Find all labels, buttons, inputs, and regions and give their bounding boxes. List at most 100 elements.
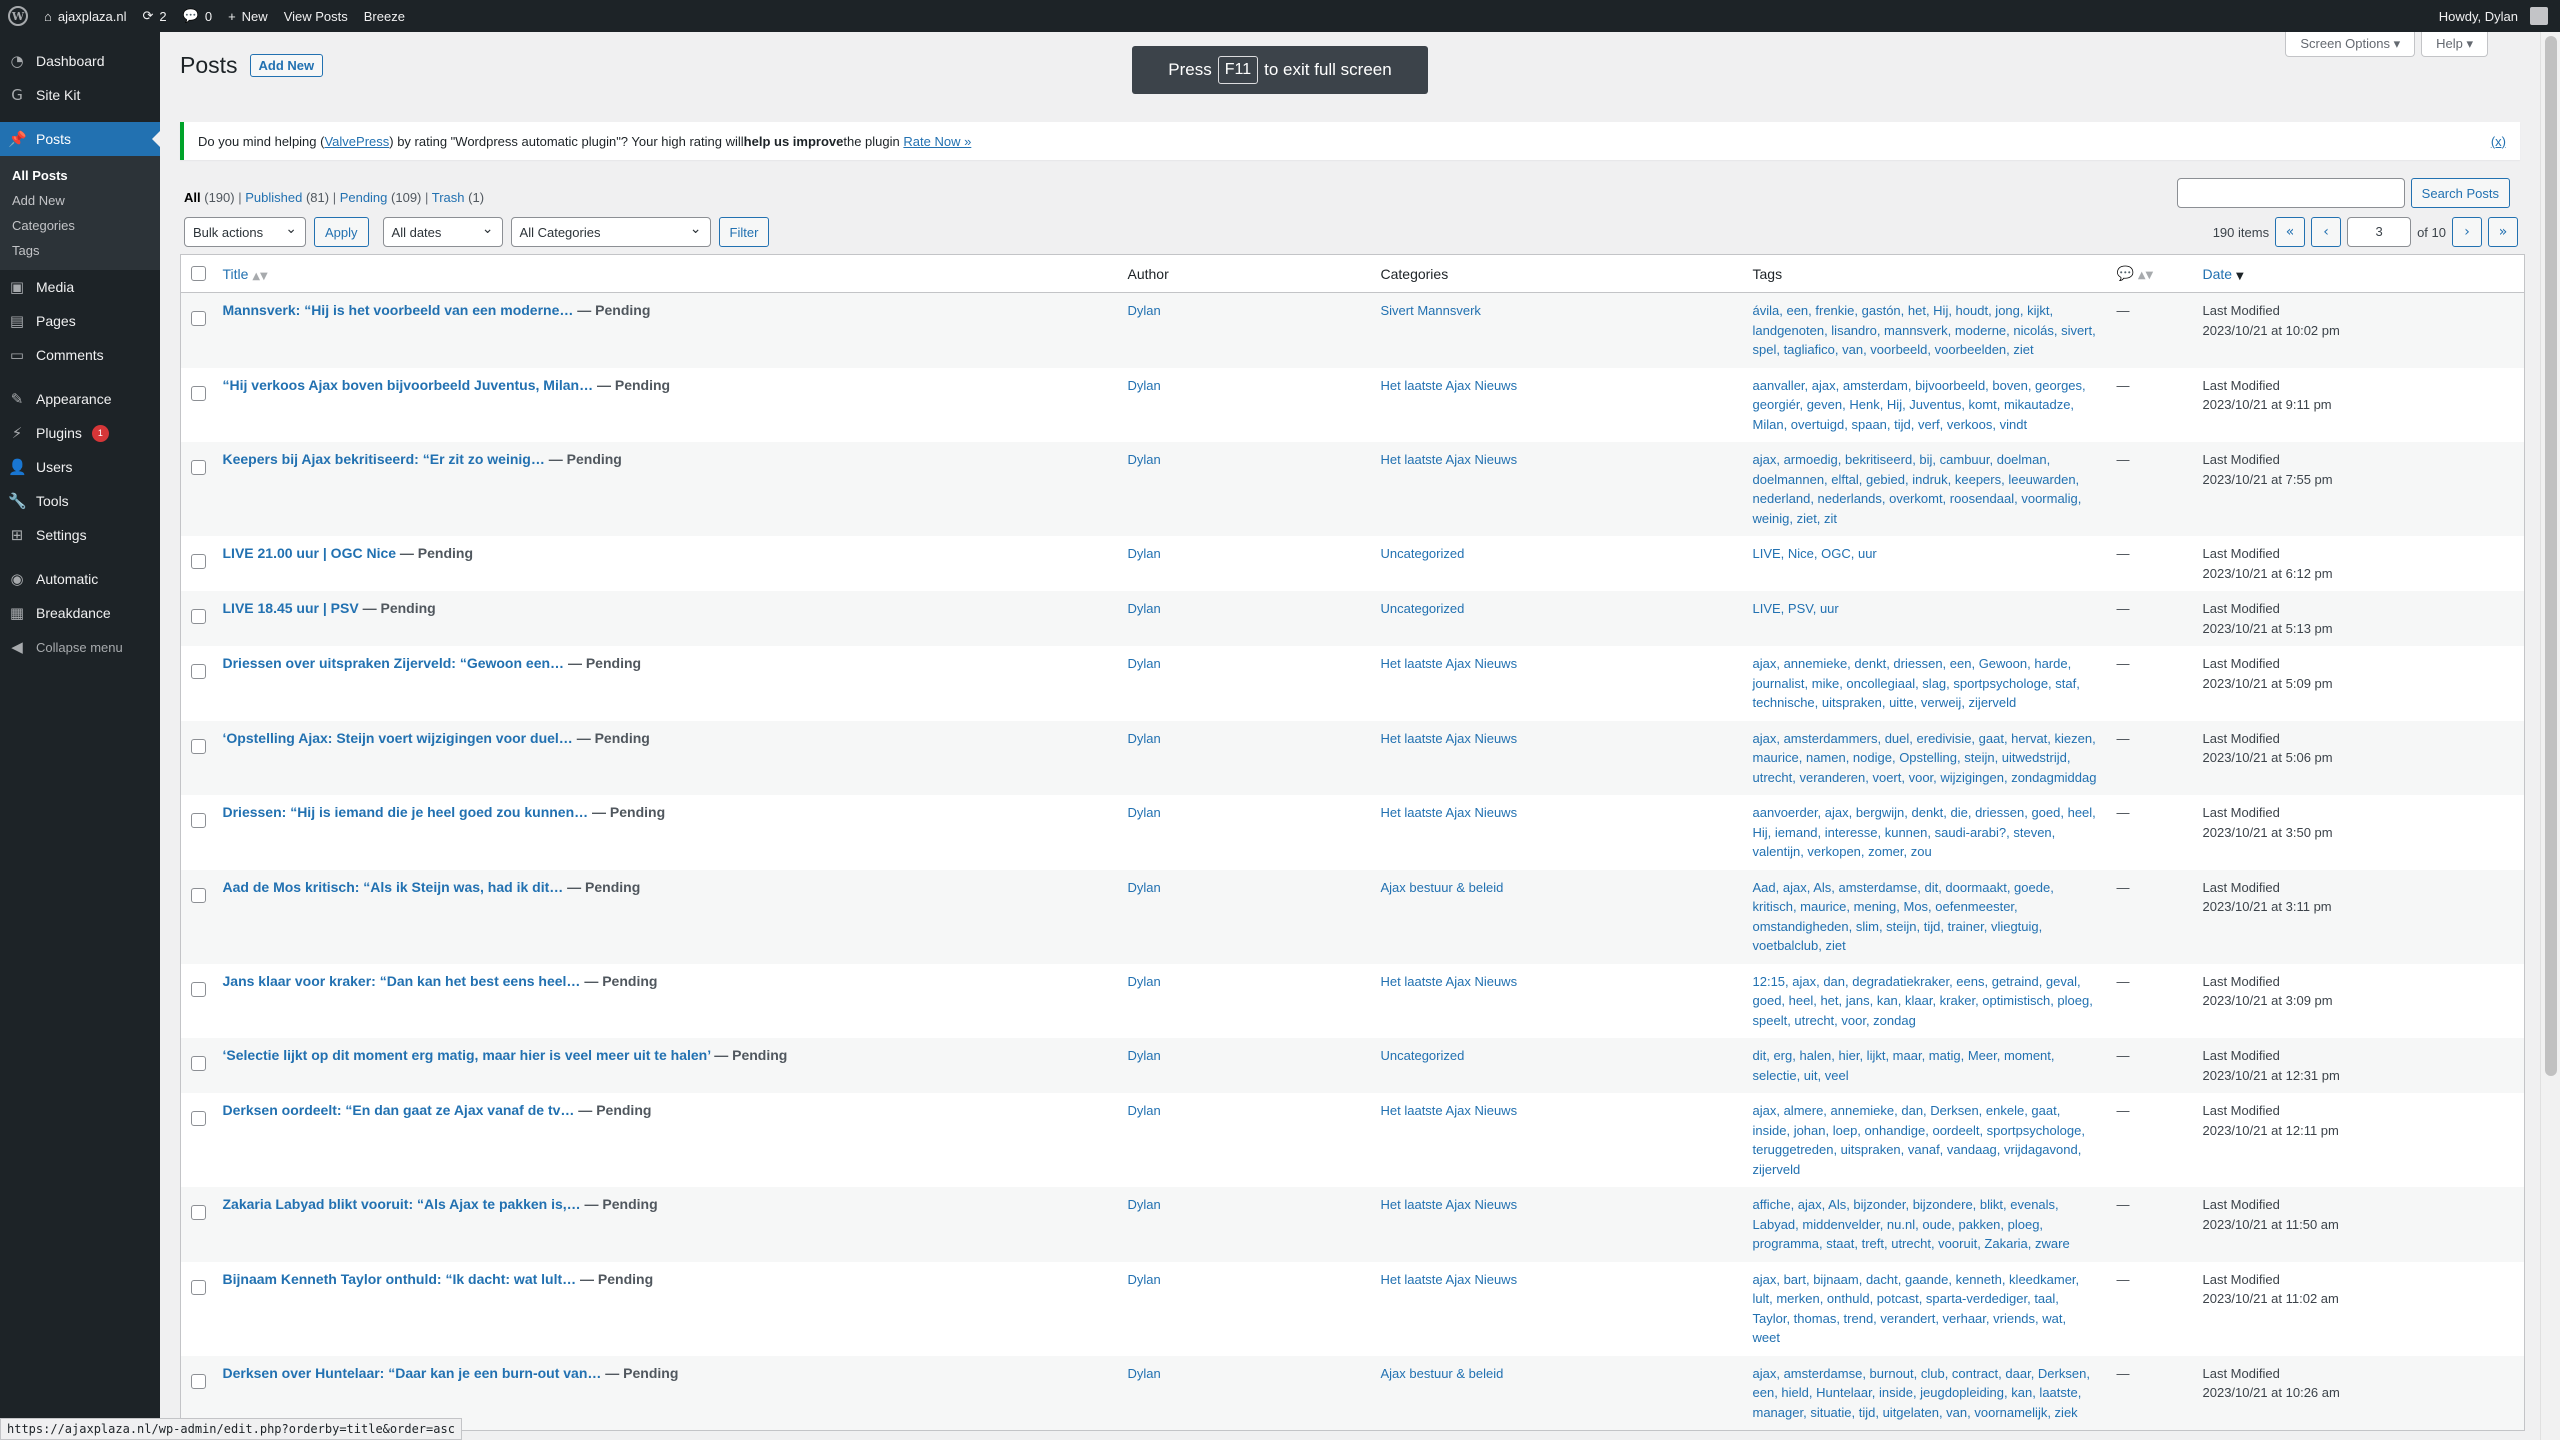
author-link[interactable]: Dylan (1128, 1197, 1161, 1212)
updates-link[interactable]: ⟳ 2 (135, 0, 175, 32)
column-title[interactable]: Title ▲▼ (212, 254, 1118, 293)
menu-automatic[interactable]: ◉ Automatic (0, 562, 160, 596)
author-link[interactable]: Dylan (1128, 1366, 1161, 1381)
category-link[interactable]: Ajax bestuur & beleid (1381, 1366, 1504, 1381)
post-title-link[interactable]: Driessen: “Hij is iemand die je heel goe… (223, 804, 589, 820)
author-link[interactable]: Dylan (1128, 452, 1161, 467)
post-title-link[interactable]: Derksen over Huntelaar: “Daar kan je een… (223, 1365, 602, 1381)
tags-links[interactable]: ajax, bart, bijnaam, dacht, gaande, kenn… (1753, 1272, 2080, 1346)
author-link[interactable]: Dylan (1128, 1048, 1161, 1063)
tags-links[interactable]: LIVE, Nice, OGC, uur (1753, 546, 1877, 561)
next-page-button[interactable]: › (2452, 217, 2482, 247)
category-link[interactable]: Het laatste Ajax Nieuws (1381, 1272, 1518, 1287)
menu-users[interactable]: 👤 Users (0, 450, 160, 484)
menu-sitekit[interactable]: G Site Kit (0, 78, 160, 112)
vertical-scrollbar[interactable] (2540, 32, 2560, 1440)
notice-dismiss-link[interactable]: (x) (2491, 134, 2506, 149)
filter-button[interactable]: Filter (718, 217, 770, 247)
category-link[interactable]: Uncategorized (1381, 546, 1465, 561)
row-checkbox[interactable] (191, 460, 206, 475)
menu-settings[interactable]: ⊞ Settings (0, 518, 160, 552)
tags-links[interactable]: ávila, een, frenkie, gastón, het, Hij, h… (1753, 303, 2096, 357)
author-link[interactable]: Dylan (1128, 656, 1161, 671)
category-link[interactable]: Uncategorized (1381, 601, 1465, 616)
row-checkbox[interactable] (191, 1205, 206, 1220)
author-link[interactable]: Dylan (1128, 546, 1161, 561)
row-checkbox[interactable] (191, 813, 206, 828)
author-link[interactable]: Dylan (1128, 974, 1161, 989)
category-link[interactable]: Ajax bestuur & beleid (1381, 880, 1504, 895)
author-link[interactable]: Dylan (1128, 880, 1161, 895)
row-checkbox[interactable] (191, 609, 206, 624)
view-pending-link[interactable]: Pending (340, 190, 388, 205)
submenu-tags[interactable]: Tags (0, 238, 160, 263)
category-link[interactable]: Het laatste Ajax Nieuws (1381, 452, 1518, 467)
author-link[interactable]: Dylan (1128, 731, 1161, 746)
category-link[interactable]: Het laatste Ajax Nieuws (1381, 974, 1518, 989)
tags-links[interactable]: dit, erg, halen, hier, lijkt, maar, mati… (1753, 1048, 2055, 1083)
post-title-link[interactable]: Zakaria Labyad blikt vooruit: “Als Ajax … (223, 1196, 581, 1212)
post-title-link[interactable]: Aad de Mos kritisch: “Als ik Steijn was,… (223, 879, 564, 895)
post-title-link[interactable]: ‘Opstelling Ajax: Steijn voert wijziging… (223, 730, 573, 746)
category-link[interactable]: Het laatste Ajax Nieuws (1381, 656, 1518, 671)
category-link[interactable]: Het laatste Ajax Nieuws (1381, 1197, 1518, 1212)
add-new-button[interactable]: Add New (249, 54, 324, 77)
screen-options-button[interactable]: Screen Options ▾ (2285, 32, 2416, 57)
row-checkbox[interactable] (191, 1279, 206, 1295)
author-link[interactable]: Dylan (1128, 601, 1161, 616)
category-link[interactable]: Het laatste Ajax Nieuws (1381, 1103, 1518, 1118)
submenu-all-posts[interactable]: All Posts (0, 163, 160, 188)
search-posts-button[interactable]: Search Posts (2410, 178, 2510, 208)
tags-links[interactable]: 12:15, ajax, dan, degradatiekraker, eens… (1753, 974, 2093, 1028)
collapse-menu-button[interactable]: ◀ Collapse menu (0, 630, 160, 664)
title-sort-link[interactable]: Title (223, 266, 249, 282)
select-all-checkbox[interactable] (191, 265, 206, 281)
author-link[interactable]: Dylan (1128, 1103, 1161, 1118)
tags-links[interactable]: ajax, annemieke, denkt, driessen, een, G… (1753, 656, 2080, 710)
rate-now-link[interactable]: Rate Now » (903, 134, 971, 149)
scrollbar-thumb[interactable] (2545, 36, 2557, 1076)
category-link[interactable]: Het laatste Ajax Nieuws (1381, 805, 1518, 820)
row-checkbox[interactable] (191, 664, 206, 679)
author-link[interactable]: Dylan (1128, 1272, 1161, 1287)
tags-links[interactable]: aanvaller, ajax, amsterdam, bijvoorbeeld… (1753, 378, 2086, 432)
post-title-link[interactable]: Driessen over uitspraken Zijerveld: “Gew… (223, 655, 565, 671)
tags-links[interactable]: ajax, amsterdammers, duel, eredivisie, g… (1753, 731, 2097, 785)
post-title-link[interactable]: “Hij verkoos Ajax boven bijvoorbeeld Juv… (223, 377, 594, 393)
category-link[interactable]: Uncategorized (1381, 1048, 1465, 1063)
menu-tools[interactable]: 🔧 Tools (0, 484, 160, 518)
post-title-link[interactable]: LIVE 18.45 uur | PSV (223, 600, 359, 616)
column-date[interactable]: Date ▼ (2192, 254, 2525, 293)
row-checkbox[interactable] (191, 981, 206, 997)
row-checkbox[interactable] (191, 1056, 206, 1071)
post-title-link[interactable]: Keepers bij Ajax bekritiseerd: “Er zit z… (223, 451, 545, 467)
first-page-button[interactable]: « (2275, 217, 2306, 247)
valvepress-link[interactable]: ValvePress (324, 134, 389, 149)
comments-link[interactable]: 💬 0 (175, 0, 220, 32)
category-link[interactable]: Het laatste Ajax Nieuws (1381, 378, 1518, 393)
menu-comments[interactable]: ▭ Comments (0, 338, 160, 372)
tags-links[interactable]: LIVE, PSV, uur (1753, 601, 1839, 616)
post-title-link[interactable]: Bijnaam Kenneth Taylor onthuld: “Ik dach… (223, 1271, 577, 1287)
help-button[interactable]: Help ▾ (2421, 32, 2488, 57)
menu-pages[interactable]: ▤ Pages (0, 304, 160, 338)
post-title-link[interactable]: LIVE 21.00 uur | OGC Nice (223, 545, 397, 561)
menu-posts[interactable]: 📌 Posts (0, 122, 160, 156)
post-title-link[interactable]: Mannsverk: “Hij is het voorbeeld van een… (223, 302, 574, 318)
view-trash-link[interactable]: Trash (432, 190, 465, 205)
menu-appearance[interactable]: ✎ Appearance (0, 382, 160, 416)
submenu-categories[interactable]: Categories (0, 213, 160, 238)
dates-filter-select[interactable]: All dates (382, 217, 503, 247)
submenu-add-new[interactable]: Add New (0, 188, 160, 213)
menu-dashboard[interactable]: ◔ Dashboard (0, 44, 160, 78)
category-filter-select[interactable]: All Categories (510, 217, 711, 247)
last-page-button[interactable]: » (2488, 217, 2518, 247)
row-checkbox[interactable] (191, 554, 206, 569)
row-checkbox[interactable] (191, 385, 206, 401)
apply-button[interactable]: Apply (314, 217, 369, 247)
bulk-actions-select[interactable]: Bulk actions (184, 217, 306, 247)
author-link[interactable]: Dylan (1128, 303, 1161, 318)
account-menu[interactable]: Howdy, Dylan (2431, 0, 2560, 32)
row-checkbox[interactable] (191, 311, 206, 326)
row-checkbox[interactable] (191, 887, 206, 903)
